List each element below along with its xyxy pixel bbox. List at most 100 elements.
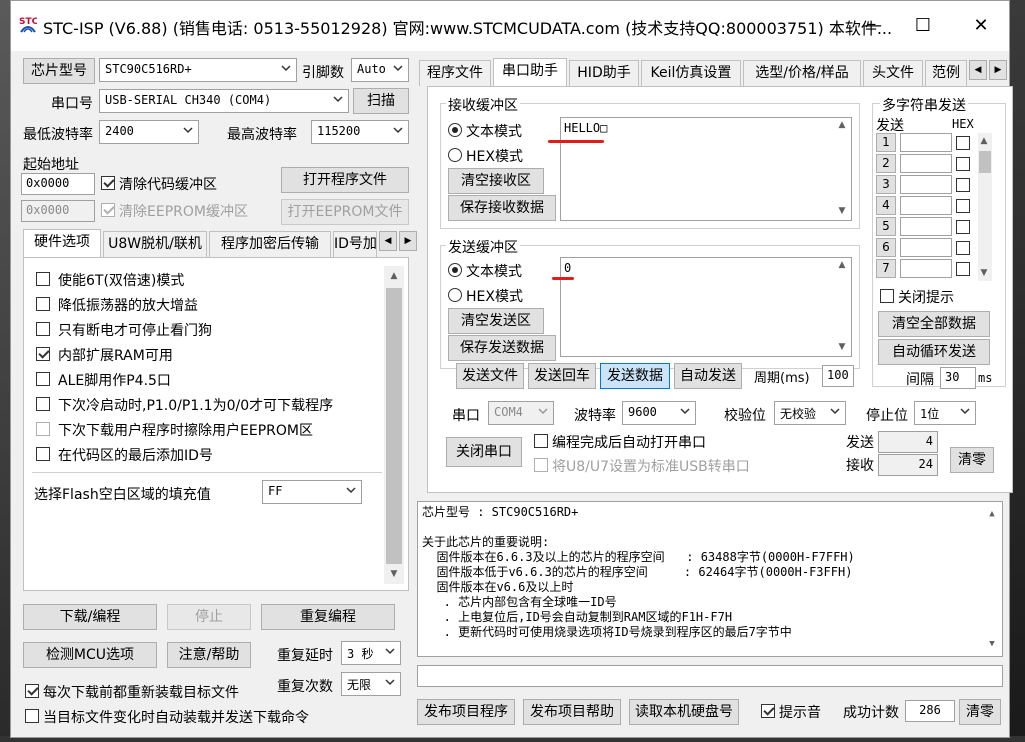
pins-select[interactable]: Auto	[351, 58, 409, 82]
recv-scroll-up-icon[interactable]: ▲	[834, 117, 850, 133]
option-erase-eeprom-checkbox[interactable]	[36, 422, 50, 436]
save-send-button[interactable]: 保存发送数据	[448, 335, 556, 361]
tab-program-file[interactable]: 程序文件	[419, 60, 491, 86]
send-file-button[interactable]: 发送文件	[456, 363, 524, 389]
open-program-button[interactable]: 打开程序文件	[281, 167, 409, 193]
tab-hid-assistant[interactable]: HID助手	[569, 60, 639, 86]
send-return-button[interactable]: 发送回车	[528, 363, 596, 389]
tab-scroll-right-icon[interactable]: ▶	[989, 60, 1007, 80]
multi-send-row-button[interactable]: 2	[876, 154, 896, 173]
tab-u8w[interactable]: U8W脱机/联机	[103, 231, 207, 257]
read-disk-button[interactable]: 读取本机硬盘号	[629, 699, 739, 725]
receive-textarea[interactable]: HELLO□	[560, 117, 852, 221]
tab-keil-settings[interactable]: Keil仿真设置	[641, 60, 741, 86]
clear-count-button[interactable]: 清零	[950, 447, 994, 473]
save-receive-button[interactable]: 保存接收数据	[448, 195, 556, 221]
auto-send-button[interactable]: 自动发送	[674, 363, 742, 389]
reload-checkbox[interactable]	[25, 684, 39, 698]
repeat-count-select[interactable]: 无限	[341, 672, 401, 696]
multi-send-row-hex-checkbox[interactable]	[956, 241, 970, 255]
multi-send-row-button[interactable]: 1	[876, 133, 896, 152]
clear-code-checkbox[interactable]	[101, 176, 115, 190]
tab-scroll-right-icon[interactable]: ▶	[399, 231, 417, 251]
send-scroll-up-icon[interactable]: ▲	[834, 257, 850, 273]
clear-send-button[interactable]: 清空发送区	[448, 308, 544, 334]
clear-eeprom-checkbox[interactable]	[101, 203, 115, 217]
tab-scroll-left-icon[interactable]: ◀	[379, 231, 397, 251]
tab-id[interactable]: ID号加	[333, 231, 377, 257]
options-scrollbar[interactable]: ▲ ▼	[384, 266, 404, 584]
auto-download-checkbox[interactable]	[25, 709, 39, 723]
address-input-1[interactable]: 0x0000	[21, 173, 95, 195]
chip-info-box[interactable]: 芯片型号 : STC90C516RD+ 关于此芯片的重要说明: 固件版本在6.6.…	[417, 501, 1003, 657]
multi-send-row-button[interactable]: 4	[876, 196, 896, 215]
close-port-button[interactable]: 关闭串口	[446, 437, 522, 467]
tab-encrypt[interactable]: 程序加密后传输	[209, 231, 331, 257]
multi-send-row-button[interactable]: 3	[876, 175, 896, 194]
send-textarea[interactable]: 0	[560, 257, 852, 357]
option-coldstart-checkbox[interactable]	[36, 397, 50, 411]
clear-all-button[interactable]: 清空全部数据	[878, 311, 990, 337]
info-scroll-down-icon[interactable]: ▼	[984, 636, 1000, 652]
baud-rate-select[interactable]: 9600	[622, 401, 696, 425]
multi-scrollbar-thumb[interactable]	[979, 151, 991, 173]
tab-scroll-left-icon[interactable]: ◀	[969, 60, 987, 80]
multi-send-row-hex-checkbox[interactable]	[956, 157, 970, 171]
publish-help-button[interactable]: 发布项目帮助	[523, 699, 621, 725]
tab-header-file[interactable]: 头文件	[863, 60, 923, 86]
send-scroll-down-icon[interactable]: ▼	[834, 339, 850, 355]
clear-success-button[interactable]: 清零	[959, 699, 1001, 725]
info-scroll-up-icon[interactable]: ▲	[984, 506, 1000, 522]
recv-scroll-down-icon[interactable]: ▼	[834, 203, 850, 219]
scrollbar-thumb[interactable]	[386, 288, 402, 564]
multi-send-row-input[interactable]	[900, 259, 952, 278]
download-program-button[interactable]: 下载/编程	[23, 604, 157, 630]
option-gain-checkbox[interactable]	[36, 297, 50, 311]
multi-send-row-input[interactable]	[900, 133, 952, 152]
tab-examples[interactable]: 范例	[925, 60, 967, 86]
clear-receive-button[interactable]: 清空接收区	[448, 168, 544, 194]
fill-value-select[interactable]: FF	[262, 480, 362, 504]
usb-serial-checkbox[interactable]	[534, 458, 548, 472]
port-select[interactable]: USB-SERIAL CH340 (COM4)	[99, 89, 349, 113]
multi-send-row-button[interactable]: 5	[876, 217, 896, 236]
option-6t-checkbox[interactable]	[36, 272, 50, 286]
option-ale-checkbox[interactable]	[36, 372, 50, 386]
reprogram-button[interactable]: 重复编程	[261, 604, 395, 630]
detect-mcu-button[interactable]: 检测MCU选项	[23, 642, 157, 668]
serial-port-select[interactable]: COM4	[488, 401, 554, 425]
scroll-up-icon[interactable]: ▲	[386, 268, 402, 284]
period-input[interactable]: 100	[822, 365, 854, 387]
chip-model-button[interactable]: 芯片型号	[23, 58, 95, 84]
multi-send-row-input[interactable]	[900, 238, 952, 257]
repeat-delay-select[interactable]: 3 秒	[341, 641, 401, 665]
option-ram-checkbox[interactable]	[36, 347, 50, 361]
multi-send-row-hex-checkbox[interactable]	[956, 178, 970, 192]
send-text-mode-radio[interactable]	[448, 263, 462, 277]
maximize-button[interactable]: ☐	[903, 11, 943, 41]
send-hex-mode-radio[interactable]	[448, 288, 462, 302]
beep-checkbox[interactable]	[761, 704, 775, 718]
multi-send-row-input[interactable]	[900, 154, 952, 173]
stop-button[interactable]: 停止	[167, 604, 251, 630]
recv-text-mode-radio[interactable]	[448, 123, 462, 137]
auto-open-port-checkbox[interactable]	[534, 434, 548, 448]
address-input-2[interactable]: 0x0000	[21, 200, 95, 222]
multi-send-row-input[interactable]	[900, 217, 952, 236]
multi-send-row-hex-checkbox[interactable]	[956, 220, 970, 234]
publish-program-button[interactable]: 发布项目程序	[417, 699, 515, 725]
close-hint-checkbox[interactable]	[880, 289, 894, 303]
stop-bits-select[interactable]: 1位	[914, 401, 976, 425]
option-watchdog-checkbox[interactable]	[36, 322, 50, 336]
minimize-button[interactable]: —	[853, 11, 893, 41]
tab-serial-assistant[interactable]: 串口助手	[493, 58, 567, 86]
close-button[interactable]: ✕	[961, 11, 1001, 41]
multi-send-row-button[interactable]: 7	[876, 259, 896, 278]
multi-send-row-hex-checkbox[interactable]	[956, 136, 970, 150]
help-button[interactable]: 注意/帮助	[167, 642, 251, 668]
multi-send-row-button[interactable]: 6	[876, 238, 896, 257]
min-baud-select[interactable]: 2400	[99, 120, 199, 144]
option-add-id-checkbox[interactable]	[36, 447, 50, 461]
multi-send-row-hex-checkbox[interactable]	[956, 199, 970, 213]
open-eeprom-button[interactable]: 打开EEPROM文件	[281, 199, 409, 225]
